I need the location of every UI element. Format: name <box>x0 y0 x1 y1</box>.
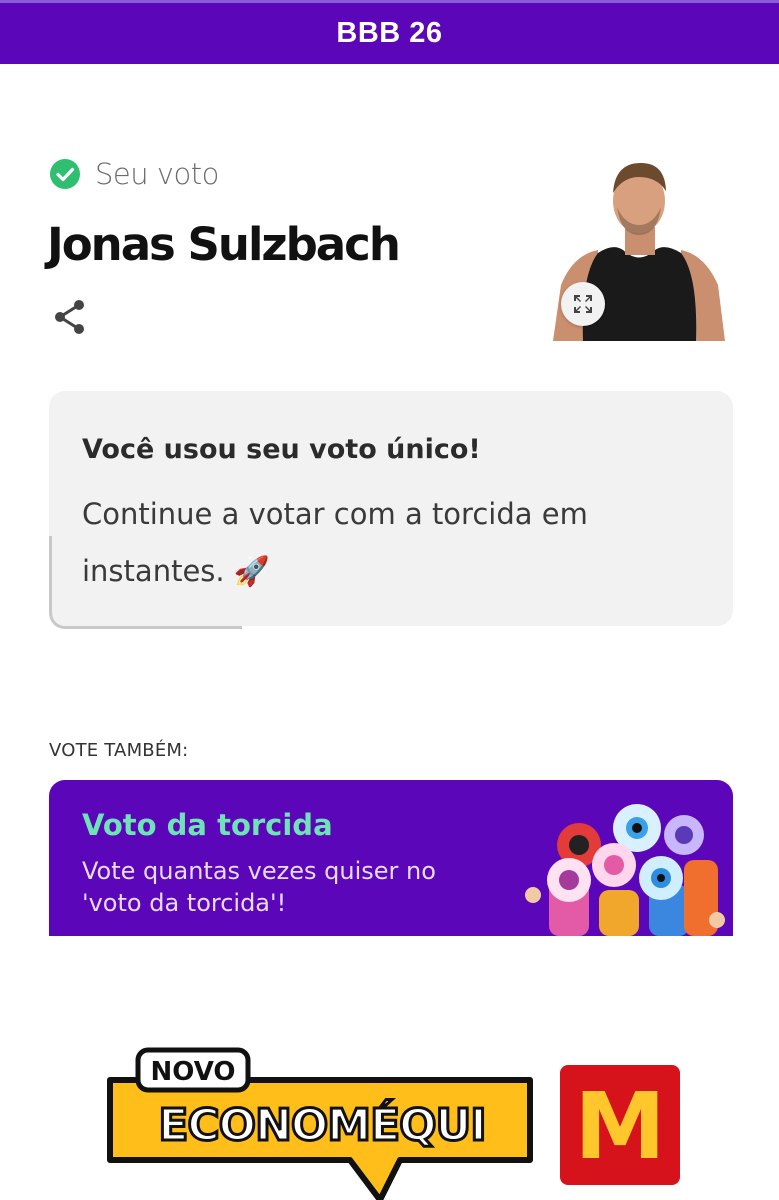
check-circle-icon <box>50 159 80 189</box>
mcdonalds-logo: M <box>574 1073 666 1180</box>
torcida-title: Voto da torcida <box>82 808 333 842</box>
notice-body: Continue a votar com a torcida em instan… <box>82 497 588 588</box>
ad-badge: NOVO <box>151 1057 236 1087</box>
expand-icon <box>574 295 592 313</box>
mascots-illustration <box>525 804 725 936</box>
app-title: BBB 26 <box>336 17 443 49</box>
top-bar: BBB 26 <box>0 0 779 64</box>
voto-torcida-card[interactable]: Voto da torcida Vote quantas vezes quise… <box>49 780 733 936</box>
vote-used-notice: Você usou seu voto único! Continue a vot… <box>49 391 733 629</box>
mcdonalds-ad[interactable]: NOVO ECONOMÉQUI M <box>100 1040 690 1200</box>
vote-label: Seu voto <box>95 157 219 191</box>
torcida-subtitle: Vote quantas vezes quiser no 'voto da to… <box>82 857 436 917</box>
expand-photo-button[interactable] <box>561 282 605 326</box>
candidate-name: Jonas Sulzbach <box>47 218 401 271</box>
vote-status: Seu voto <box>49 157 219 191</box>
also-vote-label: VOTE TAMBÉM: <box>49 740 189 761</box>
ad-headline: ECONOMÉQUI <box>158 1098 485 1151</box>
share-icon[interactable] <box>52 298 88 336</box>
notice-title: Você usou seu voto único! <box>82 434 481 465</box>
